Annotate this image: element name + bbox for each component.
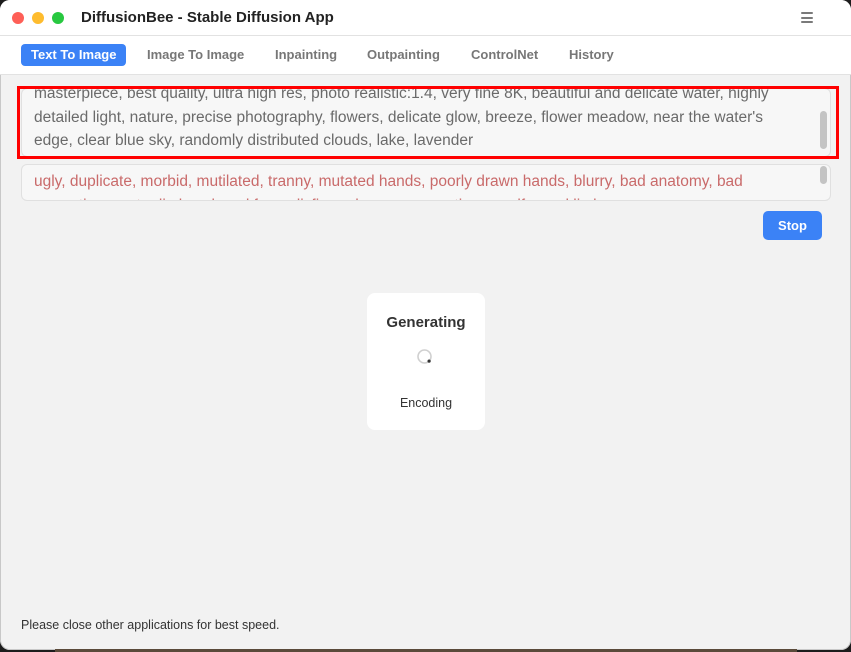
negative-prompt-scrollbar[interactable] (820, 166, 827, 184)
speed-tip: Please close other applications for best… (21, 618, 280, 632)
app-window: DiffusionBee - Stable Diffusion App Text… (0, 0, 851, 650)
loading-spinner-icon (417, 349, 432, 364)
prompt-text: masterpiece, best quality, ultra high re… (34, 88, 769, 149)
maximize-window-button[interactable] (52, 12, 64, 24)
menu-icon[interactable] (801, 12, 813, 23)
negative-prompt-input[interactable]: ugly, duplicate, morbid, mutilated, tran… (21, 164, 831, 201)
tab-inpainting[interactable]: Inpainting (265, 44, 347, 66)
close-window-button[interactable] (12, 12, 24, 24)
generation-status: Encoding (399, 396, 453, 410)
window-title: DiffusionBee - Stable Diffusion App (81, 9, 334, 26)
tab-controlnet[interactable]: ControlNet (461, 44, 548, 66)
tab-outpainting[interactable]: Outpainting (357, 44, 450, 66)
title-bar: DiffusionBee - Stable Diffusion App (0, 0, 851, 36)
stop-button[interactable]: Stop (763, 211, 822, 240)
prompt-scrollbar[interactable] (820, 111, 827, 149)
main-tabs: Text To Image Image To Image Inpainting … (0, 36, 851, 75)
tab-text-to-image[interactable]: Text To Image (21, 44, 127, 66)
negative-prompt-text: ugly, duplicate, morbid, mutilated, tran… (34, 173, 743, 200)
prompt-input[interactable]: masterpiece, best quality, ultra high re… (21, 88, 831, 157)
minimize-window-button[interactable] (32, 12, 44, 24)
generation-card: Generating Encoding (367, 293, 485, 430)
tab-history[interactable]: History (559, 44, 624, 66)
tab-image-to-image[interactable]: Image To Image (137, 44, 254, 66)
generation-title: Generating (386, 314, 466, 331)
